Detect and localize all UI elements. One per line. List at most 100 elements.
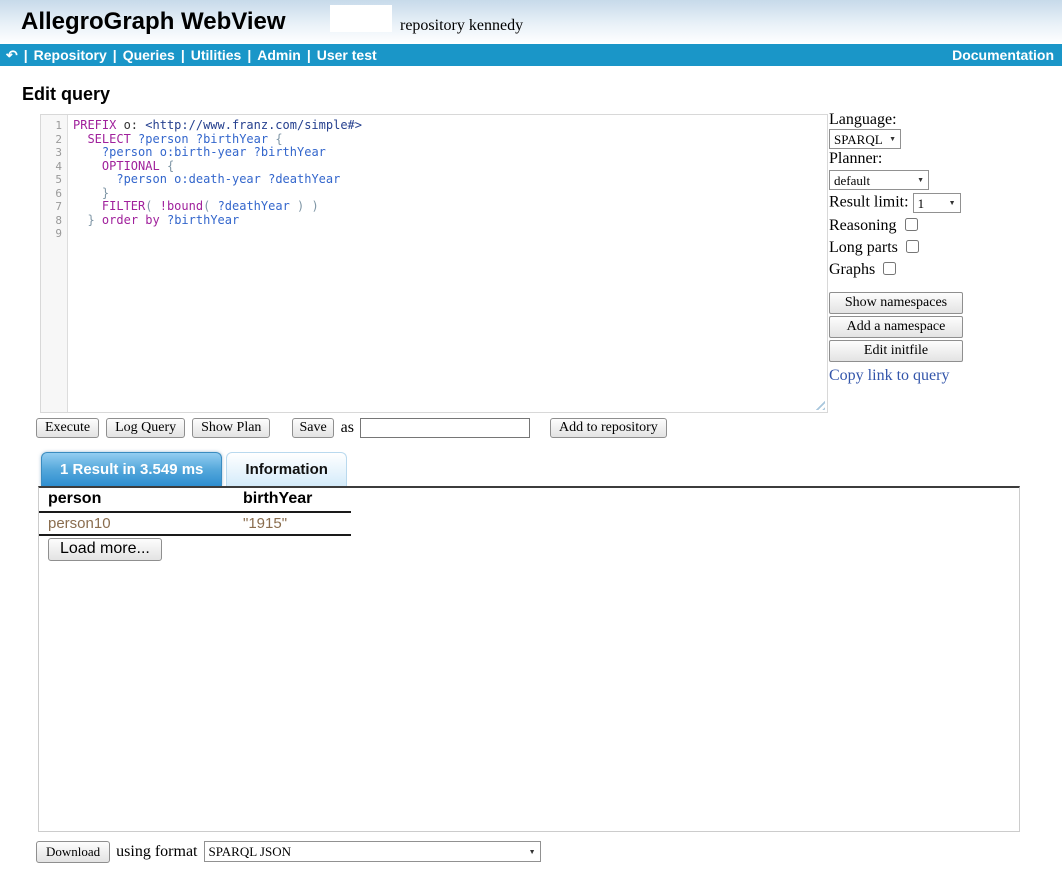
log-query-button[interactable]: Log Query (106, 418, 185, 438)
nav-separator: | (307, 47, 311, 63)
download-row: Download using format SPARQL JSON ▼ (36, 840, 541, 863)
code-token: by (145, 213, 159, 227)
query-editor[interactable]: 123456789 PREFIX o: <http://www.franz.co… (40, 114, 828, 413)
execute-button[interactable]: Execute (36, 418, 99, 438)
code-token: } (102, 186, 109, 200)
code-token: ?person (138, 132, 189, 146)
result-limit-select-wrapper: 1 ▼ (913, 193, 961, 213)
code-token: { (275, 132, 282, 146)
line-number: 3 (41, 146, 67, 160)
nav-separator: | (247, 47, 251, 63)
code-line: SELECT ?person ?birthYear { (73, 133, 827, 147)
code-token (153, 199, 160, 213)
nav-item-utilities[interactable]: Utilities (191, 47, 242, 63)
nav-separator: | (181, 47, 185, 63)
table-cell[interactable]: person10 (39, 512, 234, 535)
code-token (304, 199, 311, 213)
using-format-label: using format (116, 843, 197, 861)
code-line: ?person o:birth-year ?birthYear (73, 146, 827, 160)
long-parts-row: Long parts (829, 237, 963, 258)
save-as-input[interactable] (360, 418, 530, 438)
code-token (73, 159, 102, 173)
column-header-birthyear: birthYear (234, 488, 351, 512)
copy-link-to-query-link[interactable]: Copy link to query (829, 367, 949, 385)
code-token (73, 145, 102, 159)
graphs-row: Graphs (829, 259, 963, 280)
code-token: o: (116, 118, 145, 132)
code-line: } order by ?birthYear (73, 214, 827, 228)
result-limit-row: Result limit: 1 ▼ (829, 193, 963, 214)
results-table: personbirthYear person10"1915" (39, 488, 351, 536)
load-more-button[interactable]: Load more... (48, 538, 162, 561)
code-area[interactable]: PREFIX o: <http://www.franz.com/simple#>… (68, 115, 827, 412)
edit-initfile-button[interactable]: Edit initfile (829, 340, 963, 362)
code-token: ?birthYear (196, 132, 268, 146)
line-number: 6 (41, 187, 67, 201)
download-format-select[interactable]: SPARQL JSON (205, 842, 540, 861)
tab-results-tab[interactable]: 1 Result in 3.549 ms (41, 452, 222, 486)
code-token: ) (312, 199, 319, 213)
reasoning-checkbox[interactable] (905, 218, 918, 231)
code-line: PREFIX o: <http://www.franz.com/simple#> (73, 119, 827, 133)
planner-row: default ▼ (829, 169, 963, 192)
code-token (189, 132, 196, 146)
show-namespaces-button[interactable]: Show namespaces (829, 292, 963, 314)
nav-item-admin[interactable]: Admin (257, 47, 301, 63)
code-token (210, 199, 217, 213)
tab-information-tab[interactable]: Information (226, 452, 347, 486)
line-number: 8 (41, 214, 67, 228)
blanked-area (330, 5, 392, 32)
download-button[interactable]: Download (36, 841, 110, 863)
language-row: Language: SPARQL ▼ (829, 111, 963, 149)
table-cell[interactable]: "1915" (234, 512, 351, 535)
nav-item-user-test[interactable]: User test (317, 47, 377, 63)
code-token (73, 172, 116, 186)
planner-select[interactable]: default (830, 171, 928, 189)
back-icon[interactable]: ↶ (6, 47, 18, 63)
documentation-link[interactable]: Documentation (952, 44, 1054, 66)
nav-separator: | (113, 47, 117, 63)
long-parts-label: Long parts (829, 239, 898, 256)
line-number: 4 (41, 160, 67, 174)
graphs-checkbox[interactable] (883, 262, 896, 275)
code-token: ?person (102, 145, 153, 159)
code-token (73, 199, 102, 213)
nav-item-repository[interactable]: Repository (34, 47, 107, 63)
nav-item-queries[interactable]: Queries (123, 47, 175, 63)
code-line: FILTER( !bound( ?deathYear ) ) (73, 200, 827, 214)
result-tabs: 1 Result in 3.549 msInformation (41, 452, 347, 486)
line-number: 5 (41, 173, 67, 187)
page: AllegroGraph WebView repository kennedy … (0, 0, 1062, 873)
app-title: AllegroGraph WebView (21, 8, 286, 36)
code-token (95, 213, 102, 227)
code-token: SELECT (87, 132, 130, 146)
actions-row: Execute Log Query Show Plan Save as Add … (36, 416, 667, 439)
language-select[interactable]: SPARQL (830, 130, 900, 148)
line-number: 1 (41, 119, 67, 133)
planner-select-wrapper: default ▼ (829, 170, 929, 190)
repository-label: repository kennedy (400, 17, 523, 35)
results-panel: personbirthYear person10"1915" Load more… (38, 486, 1020, 832)
code-token (160, 159, 167, 173)
reasoning-label: Reasoning (829, 217, 897, 234)
editor-gutter: 123456789 (41, 115, 68, 412)
line-number: 2 (41, 133, 67, 147)
code-token: ( (145, 199, 152, 213)
show-plan-button[interactable]: Show Plan (192, 418, 270, 438)
code-token: order (102, 213, 138, 227)
long-parts-checkbox[interactable] (906, 240, 919, 253)
table-header-row: personbirthYear (39, 488, 351, 512)
planner-label-row: Planner: (829, 150, 963, 168)
code-line (73, 227, 827, 241)
code-token (290, 199, 297, 213)
result-limit-label: Result limit: (829, 194, 909, 211)
options-sidebar: Language: SPARQL ▼ Planner: default ▼ Re… (829, 111, 963, 385)
save-button[interactable]: Save (292, 418, 333, 438)
add-to-repository-button[interactable]: Add to repository (550, 418, 667, 438)
code-token: } (87, 213, 94, 227)
nav-menu: ↶|Repository|Queries|Utilities|Admin|Use… (6, 44, 377, 66)
add-a-namespace-button[interactable]: Add a namespace (829, 316, 963, 338)
code-token: OPTIONAL (102, 159, 160, 173)
result-limit-select[interactable]: 1 (914, 194, 960, 212)
code-line: ?person o:death-year ?deathYear (73, 173, 827, 187)
